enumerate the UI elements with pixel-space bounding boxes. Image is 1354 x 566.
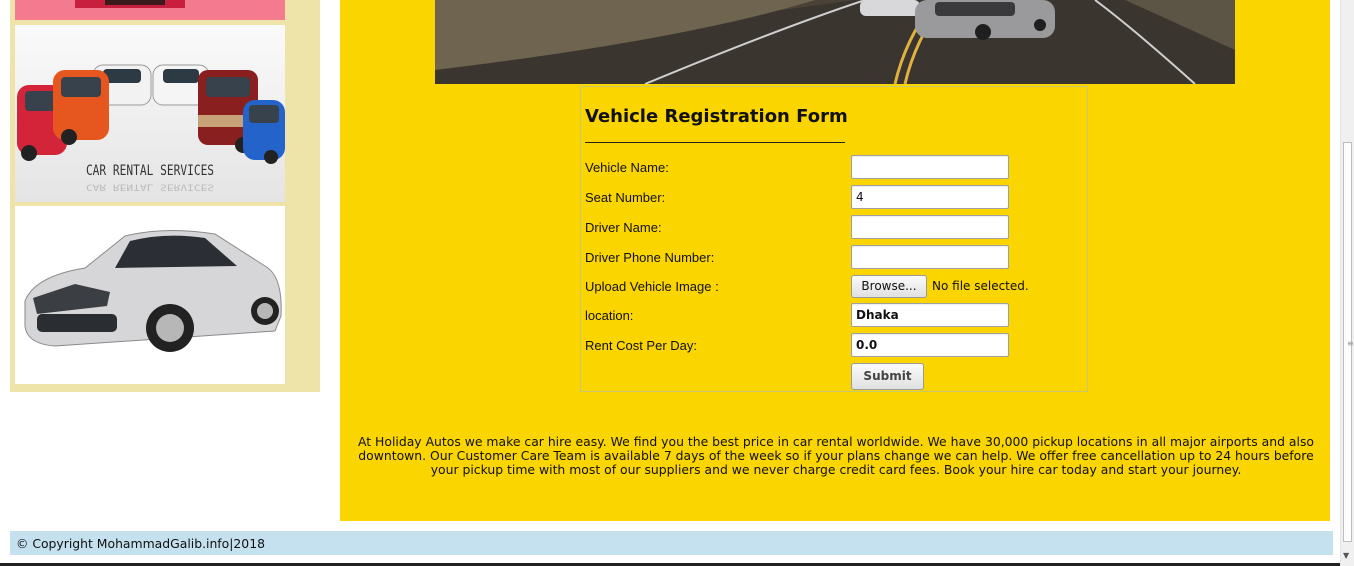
- seat-number-label: Seat Number:: [585, 190, 666, 205]
- upload-image-label: Upload Vehicle Image :: [585, 279, 719, 294]
- location-input[interactable]: Dhaka: [851, 303, 1009, 327]
- red-car-image: [15, 0, 285, 20]
- sidebar: CAR RENTAL SERVICES CAR RENTAL SERVICES: [10, 0, 320, 392]
- copyright-text: © Copyright MohammadGalib.info|2018: [16, 536, 265, 551]
- scroll-grip-icon: ≡: [1347, 339, 1354, 348]
- vehicle-name-label: Vehicle Name:: [585, 160, 669, 175]
- vehicle-registration-form: Vehicle Registration Form Vehicle Name: …: [580, 86, 1088, 392]
- footer: © Copyright MohammadGalib.info|2018: [10, 531, 1333, 555]
- scrollbar-thumb[interactable]: ≡: [1343, 142, 1354, 542]
- title-divider: [585, 142, 845, 143]
- sedan-image: [15, 206, 285, 384]
- vehicle-name-input[interactable]: [851, 155, 1009, 179]
- seat-number-input[interactable]: 4: [851, 185, 1009, 209]
- driver-name-input[interactable]: [851, 215, 1009, 239]
- caption-reflection: CAR RENTAL SERVICES: [85, 182, 215, 192]
- driver-phone-label: Driver Phone Number:: [585, 250, 715, 265]
- car-rental-services-caption: CAR RENTAL SERVICES: [85, 163, 215, 179]
- vertical-scrollbar[interactable]: ≡ ▼: [1340, 0, 1354, 566]
- location-label: location:: [585, 308, 634, 323]
- main-content: Vehicle Registration Form Vehicle Name: …: [340, 0, 1330, 521]
- car-rental-services-image: CAR RENTAL SERVICES CAR RENTAL SERVICES: [15, 25, 285, 202]
- scroll-down-arrow-icon[interactable]: ▼: [1343, 551, 1349, 560]
- form-title: Vehicle Registration Form: [585, 106, 848, 127]
- rent-cost-label: Rent Cost Per Day:: [585, 338, 697, 353]
- about-paragraph: At Holiday Autos we make car hire easy. …: [358, 434, 1314, 477]
- file-status-text: No file selected.: [932, 279, 1029, 293]
- rent-cost-input[interactable]: 0.0: [851, 333, 1009, 357]
- road-banner-image: [435, 0, 1235, 84]
- browse-button[interactable]: Browse...: [851, 275, 927, 298]
- driver-phone-input[interactable]: [851, 245, 1009, 269]
- driver-name-label: Driver Name:: [585, 220, 662, 235]
- submit-button[interactable]: Submit: [851, 363, 924, 390]
